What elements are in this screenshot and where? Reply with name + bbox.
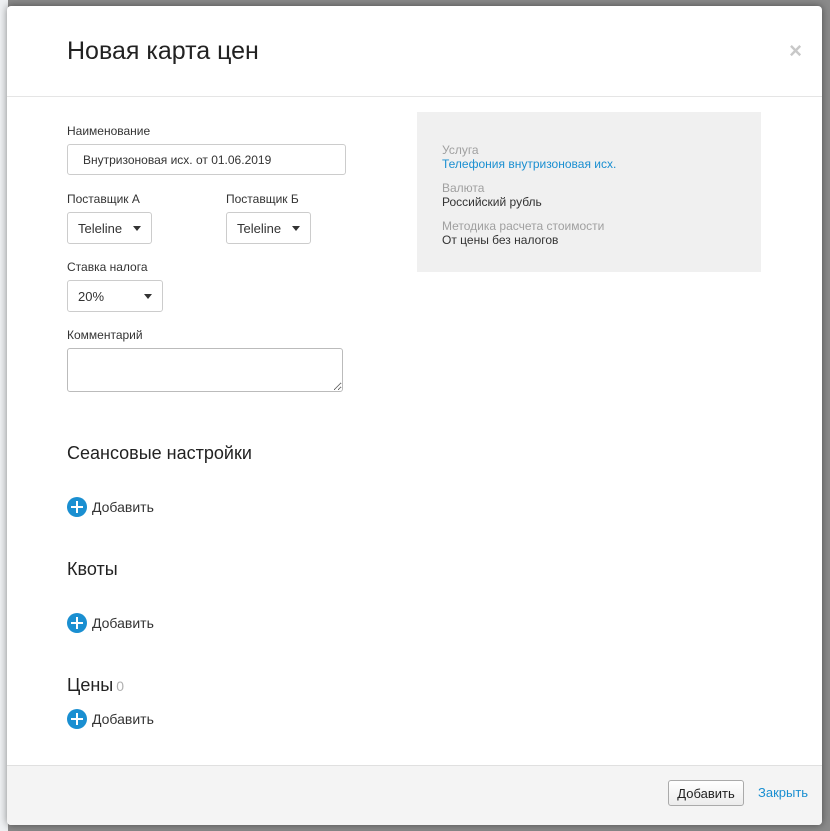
tax-rate-value: 20% [78, 288, 105, 304]
caret-down-icon [144, 293, 152, 299]
close-icon[interactable]: × [789, 40, 802, 62]
tax-rate-select[interactable]: 20% [67, 280, 163, 312]
dialog-body: Наименование Поставщик А Teleline Постав… [7, 97, 822, 766]
service-link[interactable]: Телефония внутризоновая исх. [442, 157, 616, 171]
calc-method-label: Методика расчета стоимости [442, 219, 605, 233]
name-label: Наименование [67, 124, 151, 138]
add-label: Добавить [92, 615, 154, 631]
add-label: Добавить [92, 711, 154, 727]
price-map-dialog: Новая карта цен × Наименование Поставщик… [7, 6, 822, 825]
add-label: Добавить [92, 499, 154, 515]
supplier-a-value: Teleline [78, 220, 123, 236]
plus-circle-icon [67, 497, 87, 517]
prices-title: Цены 0 [67, 675, 124, 696]
quotas-title: Квоты [67, 559, 118, 579]
calc-method-value: От цены без налогов [442, 233, 559, 247]
currency-label: Валюта [442, 181, 485, 195]
prices-title-text: Цены [67, 675, 114, 695]
plus-circle-icon [67, 709, 87, 729]
supplier-b-select[interactable]: Teleline [226, 212, 311, 244]
service-info-panel: Услуга Телефония внутризоновая исх. Валю… [417, 112, 761, 272]
add-button[interactable]: Добавить [668, 780, 744, 806]
currency-value: Российский рубль [442, 195, 542, 209]
tax-rate-label: Ставка налога [67, 260, 148, 274]
supplier-a-select[interactable]: Teleline [67, 212, 152, 244]
caret-down-icon [292, 225, 300, 231]
name-input[interactable] [67, 144, 346, 175]
comment-textarea[interactable] [67, 348, 343, 392]
dialog-header: Новая карта цен × [7, 6, 822, 97]
supplier-b-label: Поставщик Б [226, 192, 299, 206]
add-session-setting-button[interactable]: Добавить [67, 497, 154, 517]
prices-count: 0 [116, 678, 125, 694]
session-settings-title: Сеансовые настройки [67, 443, 252, 463]
add-quota-button[interactable]: Добавить [67, 613, 154, 633]
dialog-title: Новая карта цен [67, 37, 259, 65]
add-price-button[interactable]: Добавить [67, 709, 154, 729]
plus-circle-icon [67, 613, 87, 633]
dialog-footer: Добавить Закрыть [7, 765, 822, 825]
service-label: Услуга [442, 143, 479, 157]
supplier-b-value: Teleline [237, 220, 282, 236]
close-link[interactable]: Закрыть [758, 785, 808, 800]
supplier-a-label: Поставщик А [67, 192, 140, 206]
caret-down-icon [133, 225, 141, 231]
comment-label: Комментарий [67, 328, 143, 342]
